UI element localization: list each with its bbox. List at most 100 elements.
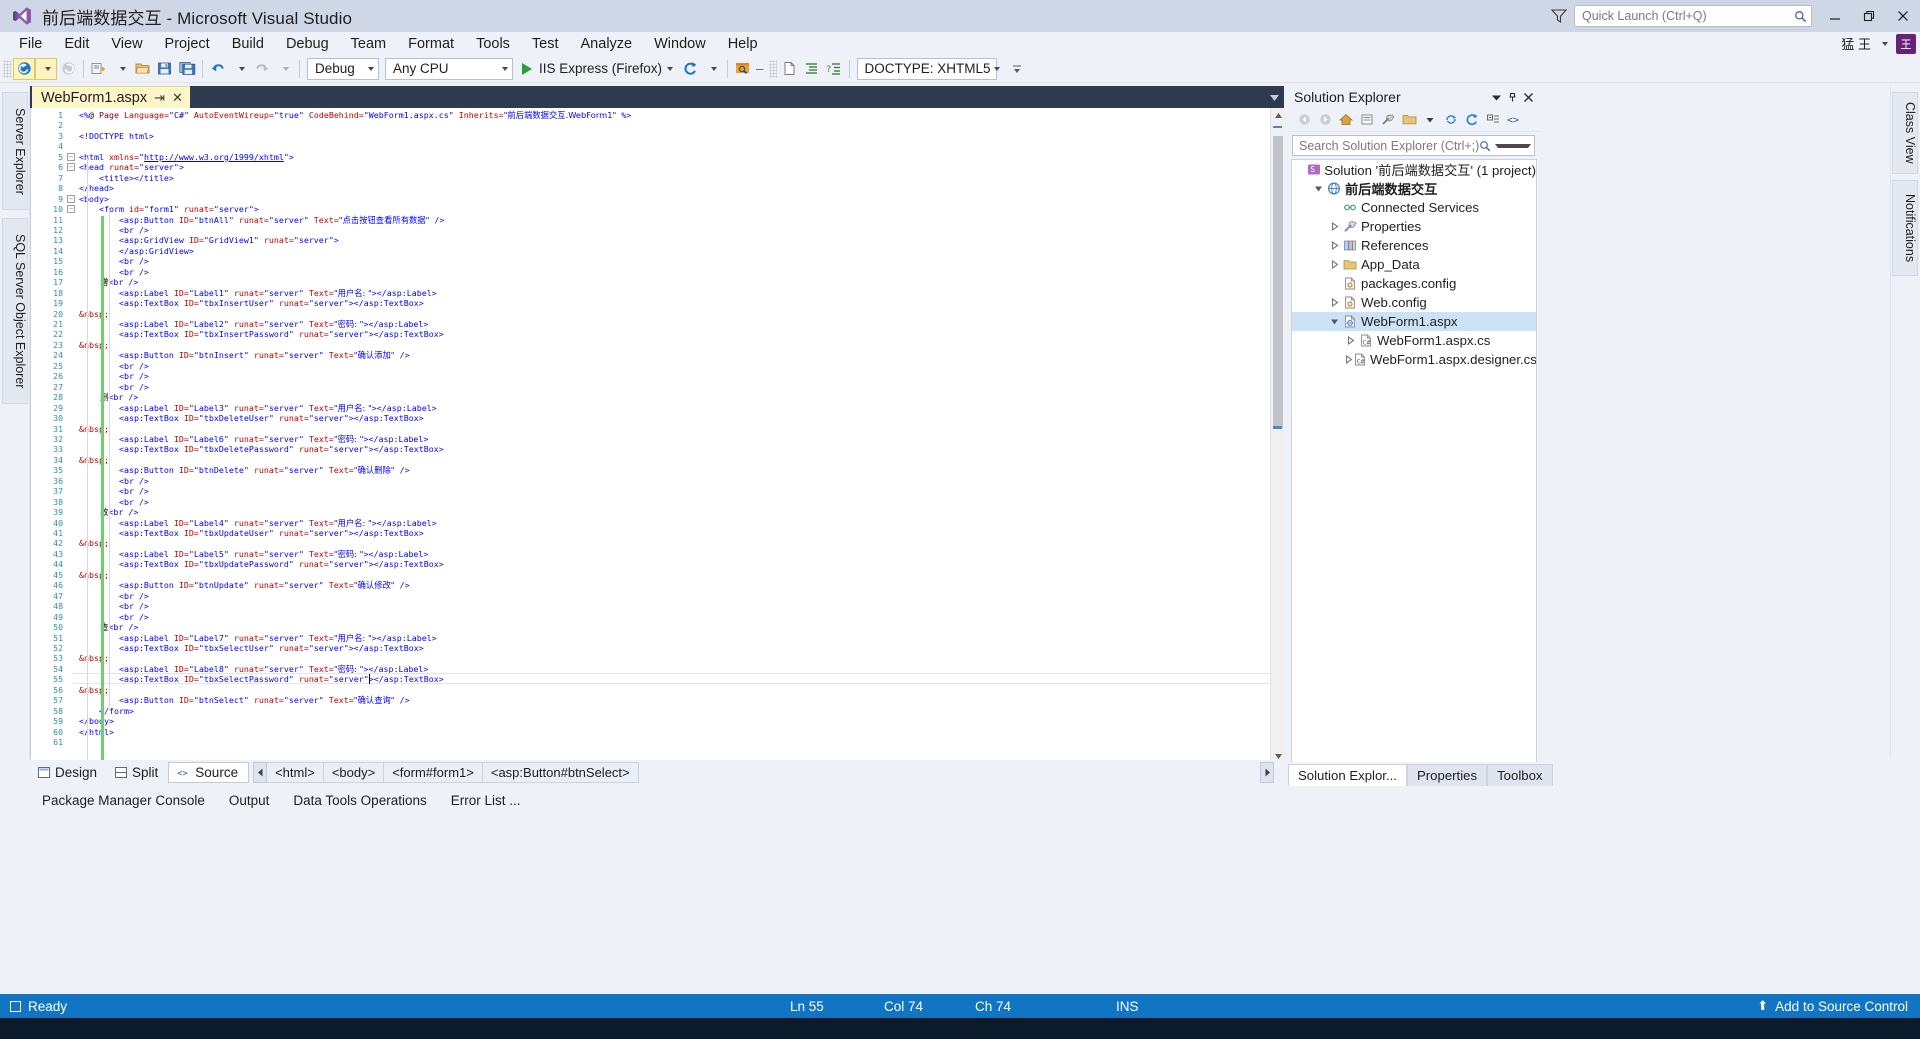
- pending-changes-icon[interactable]: [1357, 110, 1377, 130]
- menu-build[interactable]: Build: [221, 33, 275, 55]
- code-line[interactable]: 29 <asp:Label ID="Label3" runat="server"…: [31, 403, 1284, 413]
- code-line[interactable]: 51 <asp:Label ID="Label7" runat="server"…: [31, 633, 1284, 643]
- toolbar-group-grip[interactable]: [768, 59, 777, 78]
- code-line[interactable]: 9− <body>: [31, 194, 1284, 204]
- code-line[interactable]: 24 <asp:Button ID="btnInsert" runat="ser…: [31, 350, 1284, 360]
- browser-link-button[interactable]: [732, 58, 754, 80]
- tool-tab-sql-server-object-explorer[interactable]: SQL Server Object Explorer: [2, 218, 28, 404]
- status-source-control-group[interactable]: ⬆ Add to Source Control: [1757, 998, 1920, 1014]
- menu-test[interactable]: Test: [521, 33, 570, 55]
- start-debug-dropdown-icon[interactable]: [667, 66, 674, 71]
- code-line[interactable]: 46 <asp:Button ID="btnUpdate" runat="ser…: [31, 580, 1284, 590]
- code-line[interactable]: 50 查<br />: [31, 622, 1284, 632]
- editor-vertical-scrollbar[interactable]: [1270, 108, 1285, 763]
- scroll-up-button[interactable]: [1271, 108, 1285, 122]
- sync-icon[interactable]: [1441, 110, 1461, 130]
- collapse-all-icon[interactable]: [1483, 110, 1503, 130]
- undo-dropdown[interactable]: [229, 58, 251, 80]
- menu-debug[interactable]: Debug: [275, 33, 340, 55]
- code-line[interactable]: 11 <asp:Button ID="btnAll" runat="server…: [31, 215, 1284, 225]
- toolbar-grip[interactable]: [3, 59, 11, 78]
- menu-tools[interactable]: Tools: [465, 33, 521, 55]
- tab-properties[interactable]: Properties: [1406, 764, 1488, 786]
- chevron-right-icon[interactable]: [1328, 258, 1341, 271]
- code-line[interactable]: 60 </html>: [31, 727, 1284, 737]
- tab-package-manager-console[interactable]: Package Manager Console: [30, 790, 217, 811]
- chevron-right-icon[interactable]: [1328, 220, 1341, 233]
- code-line[interactable]: 28 删<br />: [31, 392, 1284, 402]
- code-line[interactable]: 7 <title></title>: [31, 173, 1284, 183]
- document-tab-webform1-aspx[interactable]: WebForm1.aspx ⇥ ✕: [32, 86, 190, 108]
- tab-output[interactable]: Output: [217, 790, 282, 811]
- navigate-back-button[interactable]: [13, 57, 35, 80]
- code-line[interactable]: 31 &nbsp;: [31, 424, 1284, 434]
- code-line[interactable]: 30 <asp:TextBox ID="tbxDeleteUser" runat…: [31, 413, 1284, 423]
- tree-node[interactable]: packages.config: [1292, 274, 1536, 293]
- feedback-icon[interactable]: [1544, 0, 1574, 32]
- fold-toggle-icon[interactable]: −: [67, 152, 75, 161]
- solution-explorer-search-input[interactable]: Search Solution Explorer (Ctrl+;): [1292, 135, 1535, 156]
- code-line[interactable]: 48 <br />: [31, 601, 1284, 611]
- code-line[interactable]: 36 <br />: [31, 476, 1284, 486]
- caret-down-icon[interactable]: [1420, 110, 1440, 130]
- code-line[interactable]: 56 &nbsp;: [31, 685, 1284, 695]
- code-line[interactable]: 22 <asp:TextBox ID="tbxInsertPassword" r…: [31, 329, 1284, 339]
- code-line[interactable]: 52 <asp:TextBox ID="tbxSelectUser" runat…: [31, 643, 1284, 653]
- design-view-button[interactable]: Design: [30, 762, 107, 783]
- code-line[interactable]: 59 </body>: [31, 716, 1284, 726]
- new-file-button[interactable]: [779, 58, 801, 80]
- vertical-scroll-thumb[interactable]: [1273, 136, 1283, 428]
- toolbar-overflow-button[interactable]: [1006, 58, 1028, 80]
- outline-button[interactable]: ?: [823, 58, 845, 80]
- breadcrumb-left-button[interactable]: [253, 762, 268, 783]
- code-line[interactable]: 21 <asp:Label ID="Label2" runat="server"…: [31, 319, 1284, 329]
- code-line[interactable]: 41 <asp:TextBox ID="tbxUpdateUser" runat…: [31, 528, 1284, 538]
- restore-button[interactable]: [1852, 0, 1886, 32]
- code-line[interactable]: 61: [31, 737, 1284, 747]
- tree-node[interactable]: C# WebForm1.aspx.cs: [1292, 331, 1536, 350]
- code-line[interactable]: 43 <asp:Label ID="Label5" runat="server"…: [31, 549, 1284, 559]
- signed-in-user[interactable]: 猛 王: [1841, 34, 1871, 53]
- code-line[interactable]: 20 &nbsp;: [31, 309, 1284, 319]
- refresh-dropdown[interactable]: [701, 58, 723, 80]
- code-line[interactable]: 38 <br />: [31, 497, 1284, 507]
- code-line[interactable]: 27 <br />: [31, 382, 1284, 392]
- fold-toggle-icon[interactable]: −: [67, 194, 75, 203]
- back-icon[interactable]: [1294, 110, 1314, 130]
- open-file-button[interactable]: [132, 58, 154, 80]
- solution-platform-combo[interactable]: Any CPU: [385, 57, 513, 80]
- code-line[interactable]: 16 <br />: [31, 267, 1284, 277]
- code-line[interactable]: 42 &nbsp;: [31, 538, 1284, 548]
- code-line[interactable]: 47 <br />: [31, 591, 1284, 601]
- redo-dropdown[interactable]: [273, 58, 295, 80]
- quick-launch-input[interactable]: Quick Launch (Ctrl+Q): [1574, 5, 1812, 27]
- code-line[interactable]: 32 <asp:Label ID="Label6" runat="server"…: [31, 434, 1284, 444]
- code-line[interactable]: 15 <br />: [31, 256, 1284, 266]
- code-line[interactable]: 3 <!DOCTYPE html>: [31, 131, 1284, 141]
- close-button[interactable]: [1886, 0, 1920, 32]
- save-all-button[interactable]: [176, 58, 198, 80]
- navigate-forward-button[interactable]: [57, 58, 79, 80]
- chevron-right-icon[interactable]: [1344, 353, 1353, 366]
- code-line[interactable]: 23 &nbsp;: [31, 340, 1284, 350]
- fold-toggle-icon[interactable]: −: [67, 163, 75, 172]
- code-line[interactable]: 58 </form>: [31, 706, 1284, 716]
- tree-node[interactable]: WebForm1.aspx: [1292, 312, 1536, 331]
- doctype-combo[interactable]: DOCTYPE: XHTML5: [856, 57, 1000, 80]
- chevron-down-icon[interactable]: [1495, 143, 1531, 148]
- pin-icon[interactable]: ⇥: [154, 91, 165, 104]
- tab-error-list[interactable]: Error List ...: [439, 790, 533, 811]
- user-chevron-down-icon[interactable]: [1882, 41, 1888, 46]
- tab-overflow-icon[interactable]: [1267, 89, 1281, 105]
- properties-window-icon[interactable]: [1378, 110, 1398, 130]
- breadcrumb-item-form[interactable]: <form#form1>: [384, 762, 483, 783]
- start-debug-label[interactable]: IIS Express (Firefox): [537, 61, 664, 76]
- code-line[interactable]: 57 <asp:Button ID="btnSelect" runat="ser…: [31, 695, 1284, 705]
- code-line[interactable]: 18 <asp:Label ID="Label1" runat="server"…: [31, 288, 1284, 298]
- view-code-icon[interactable]: <>: [1504, 110, 1524, 130]
- split-view-button[interactable]: Split: [107, 762, 168, 783]
- new-project-dropdown[interactable]: [110, 58, 132, 80]
- breadcrumb-item-btnselect[interactable]: <asp:Button#btnSelect>: [482, 762, 639, 783]
- menu-edit[interactable]: Edit: [53, 33, 100, 55]
- code-line[interactable]: 10− <form id="form1" runat="server">: [31, 204, 1284, 214]
